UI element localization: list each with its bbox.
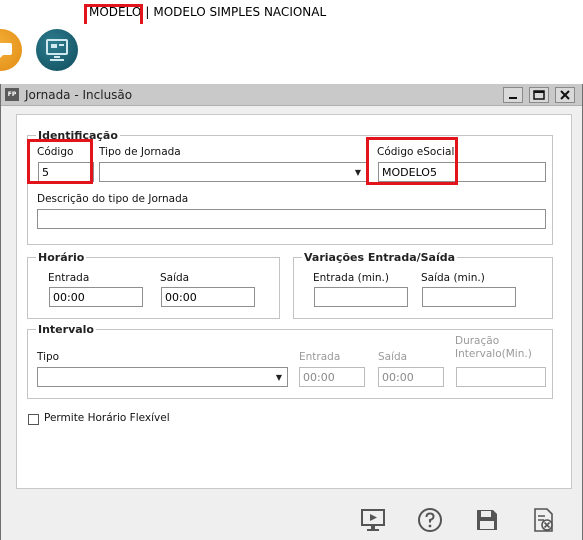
intervalo-tipo-select[interactable]: ▼ [37, 367, 288, 387]
help-button[interactable] [416, 506, 444, 534]
horario-saida-label: Saída [160, 272, 190, 284]
tipo-jornada-label: Tipo de Jornada [99, 146, 181, 158]
variacoes-saida-label: Saída (min.) [421, 272, 485, 284]
model-name: MODELO SIMPLES NACIONAL [153, 5, 327, 19]
variacoes-entrada-field[interactable] [314, 287, 408, 307]
close-button[interactable] [555, 87, 575, 103]
save-button[interactable] [473, 506, 501, 534]
flexivel-label: Permite Horário Flexível [44, 412, 170, 424]
window-title: Jornada - Inclusão [25, 88, 133, 102]
intervalo-saida-label: Saída [378, 351, 408, 363]
intervalo-legend: Intervalo [36, 323, 96, 336]
chevron-down-icon[interactable]: ▼ [273, 372, 285, 382]
duracao-label-line2: Intervalo(Min.) [455, 348, 532, 360]
horario-saida-field[interactable]: 00:00 [161, 287, 255, 307]
presentation-button[interactable] [359, 506, 387, 534]
model-separator: | [145, 5, 150, 19]
close-icon [560, 90, 570, 100]
duracao-field[interactable] [456, 367, 546, 387]
intervalo-tipo-label: Tipo [37, 351, 60, 363]
horario-entrada-field[interactable]: 00:00 [49, 287, 143, 307]
maximize-button[interactable] [529, 87, 549, 103]
variacoes-saida-field[interactable] [422, 287, 516, 307]
chevron-down-icon[interactable]: ▼ [352, 167, 364, 177]
descricao-label: Descrição do tipo de Jornada [37, 193, 189, 205]
horario-legend: Horário [36, 251, 87, 264]
presentation-icon [361, 509, 385, 531]
minimize-button[interactable] [503, 87, 523, 103]
save-icon [477, 510, 497, 530]
tipo-jornada-select[interactable]: ▼ [99, 162, 367, 182]
variacoes-legend: Variações Entrada/Saída [302, 251, 458, 264]
orange-app-icon[interactable] [0, 29, 22, 71]
horario-entrada-label: Entrada [48, 272, 90, 284]
descricao-field[interactable] [37, 209, 546, 229]
duracao-label-line1: Duração [455, 335, 500, 347]
cancel-icon [534, 508, 553, 532]
help-icon [418, 508, 442, 532]
maximize-icon [533, 90, 545, 100]
esocial-highlight [366, 137, 458, 185]
flexivel-checkbox[interactable] [28, 414, 39, 425]
codigo-highlight [27, 139, 93, 184]
teal-app-icon[interactable] [36, 29, 78, 71]
window-titlebar[interactable]: FP Jornada - Inclusão [1, 84, 582, 106]
intervalo-entrada-label: Entrada [299, 351, 341, 363]
cancel-button[interactable] [530, 506, 558, 534]
minimize-icon [509, 97, 517, 99]
intervalo-entrada-field[interactable]: 00:00 [299, 367, 365, 387]
app-icon-bar [0, 24, 583, 80]
variacoes-entrada-label: Entrada (min.) [313, 272, 389, 284]
intervalo-saida-field[interactable]: 00:00 [378, 367, 444, 387]
window-system-icon[interactable]: FP [5, 88, 19, 101]
form-panel: Identificação Código 5 Tipo de Jornada ▼… [16, 114, 572, 489]
